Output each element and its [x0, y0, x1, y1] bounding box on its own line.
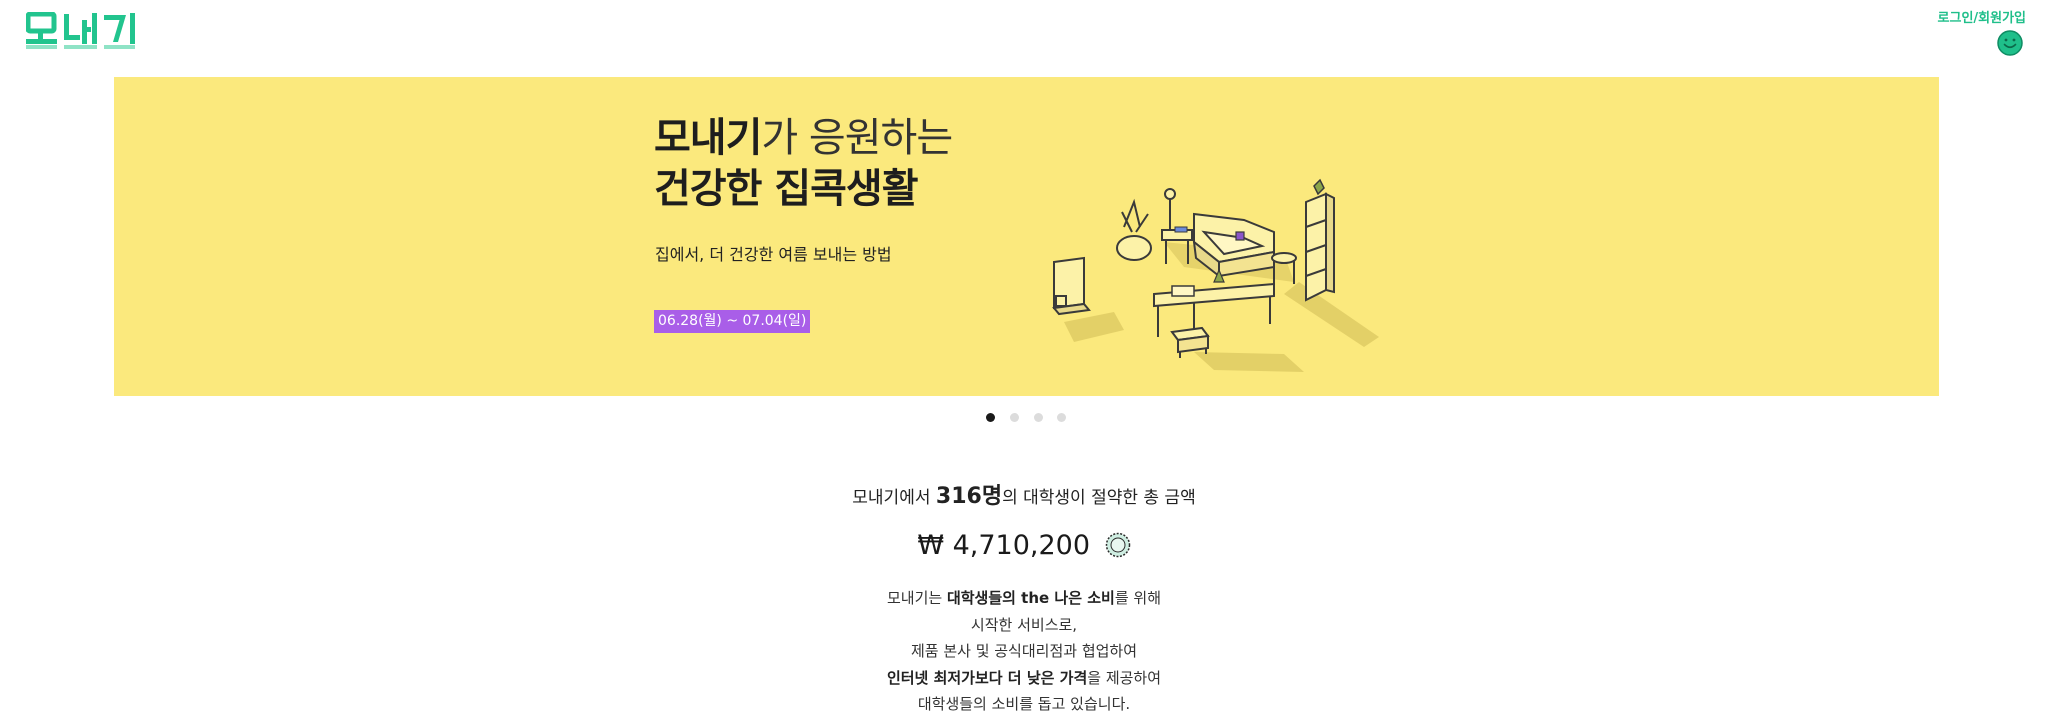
banner-date-badge: 06.28(월) ~ 07.04(일)	[654, 310, 811, 333]
savings-amount: ₩ 4,710,200	[917, 530, 1091, 561]
description-line-5: 대학생들의 소비를 돕고 있습니다.	[917, 695, 1131, 713]
login-signup-link[interactable]: 로그인/회원가입	[1938, 7, 2026, 26]
student-count: 316명	[935, 484, 1003, 509]
logo-wordmark-icon	[25, 11, 135, 49]
profile-avatar-button[interactable]	[1997, 30, 2023, 56]
banner-title-brand: 모내기	[654, 115, 762, 161]
carousel-dot-2[interactable]	[1010, 413, 1019, 422]
savings-amount-row: ₩ 4,710,200	[0, 530, 2048, 561]
service-description: 모내기는 대학생들의 the 나은 소비를 위해 시작한 서비스로, 제품 본사…	[0, 585, 2048, 718]
description-line-4: 인터넷 최저가보다 더 낮은 가격을 제공하여	[0, 665, 2048, 692]
carousel-dot-3[interactable]	[1034, 413, 1043, 422]
coin-icon	[1105, 532, 1131, 558]
description-emphasis: 인터넷 최저가보다 더 낮은 가격	[886, 668, 1088, 687]
banner-subtitle: 집에서, 더 건강한 여름 보내는 방법	[655, 245, 892, 264]
banner-title-line2: 건강한 집콕생활	[654, 166, 919, 212]
home-furniture-illustration-icon	[1052, 178, 1379, 372]
savings-prefix: 모내기에서	[852, 488, 936, 508]
savings-suffix: 의 대학생이 절약한 총 금액	[1002, 488, 1196, 508]
description-text: 를 위해	[1114, 589, 1162, 607]
monaegi-logo[interactable]	[25, 11, 144, 50]
description-line-2: 시작한 서비스로,	[970, 615, 1078, 634]
site-header: 로그인/회원가입	[0, 0, 2048, 76]
carousel-dot-1[interactable]	[986, 413, 995, 422]
banner-title: 모내기가 응원하는 건강한 집콕생활	[654, 113, 953, 215]
carousel-dot-4[interactable]	[1057, 413, 1066, 422]
banner-title-rest: 가 응원하는	[761, 115, 953, 161]
description-emphasis: 대학생들의 the 나은 소비	[946, 589, 1115, 607]
promo-banner[interactable]: 모내기가 응원하는 건강한 집콕생활 집에서, 더 건강한 여름 보내는 방법 …	[114, 77, 1939, 396]
savings-heading: 모내기에서 316명의 대학생이 절약한 총 금액	[0, 478, 2048, 510]
description-line-1: 모내기는 대학생들의 the 나은 소비를 위해	[0, 585, 2048, 612]
description-text: 모내기는	[886, 589, 947, 607]
description-text: 을 제공하여	[1087, 668, 1162, 687]
description-line-3: 제품 본사 및 공식대리점과 협업하여	[910, 642, 1138, 660]
smiley-avatar-icon	[1997, 30, 2023, 56]
